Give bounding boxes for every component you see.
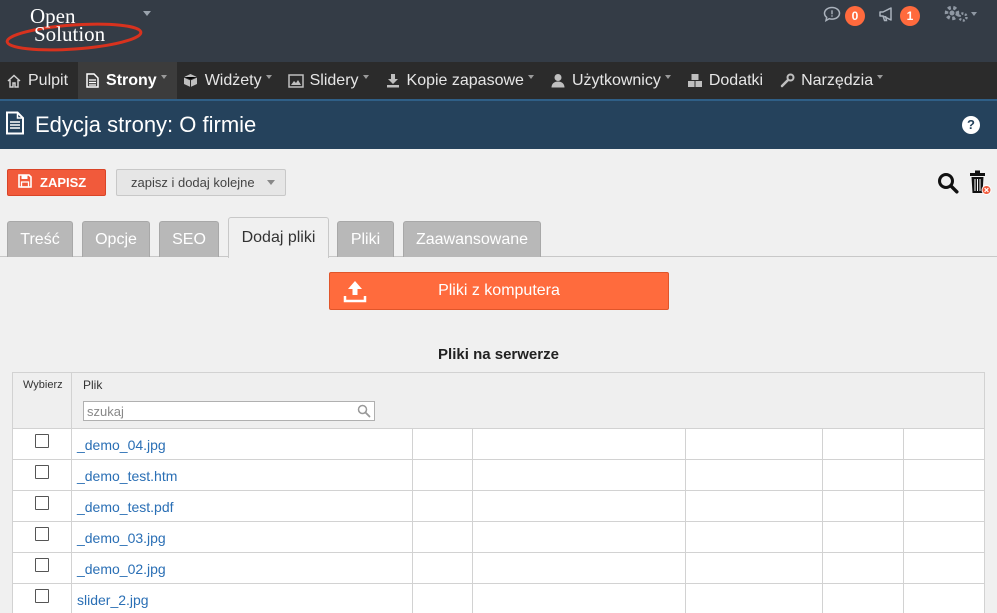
table-header-row: Wybierz Plik bbox=[12, 372, 986, 429]
nav-pulpit[interactable]: Pulpit bbox=[0, 62, 78, 99]
nav-kopie-zapasowe-label: Kopie zapasowe bbox=[406, 71, 524, 89]
tab-tresc[interactable]: Treść bbox=[7, 221, 73, 257]
select-cell bbox=[12, 552, 72, 584]
server-files-table: Wybierz Plik _demo_04.jpg _demo_test.htm bbox=[12, 372, 986, 613]
column-header-file: Plik bbox=[70, 372, 986, 429]
file-link[interactable]: _demo_test.htm bbox=[70, 459, 413, 491]
home-icon bbox=[6, 73, 22, 89]
file-checkbox[interactable] bbox=[34, 558, 49, 572]
bullhorn-icon bbox=[878, 6, 896, 27]
comments-count-badge: 0 bbox=[845, 6, 865, 26]
table-row: _demo_03.jpg bbox=[12, 521, 985, 553]
search-icon bbox=[357, 404, 371, 421]
floppy-disk-icon bbox=[18, 174, 32, 191]
page-header: Edycja strony: O firmie ? bbox=[0, 99, 997, 149]
page-title: Edycja strony: O firmie bbox=[35, 112, 257, 137]
nav-widzety[interactable]: Widżety bbox=[177, 62, 282, 99]
file-checkbox[interactable] bbox=[34, 465, 49, 479]
main-navigation: Pulpit Strony Widżety Slidery Kopie zapa… bbox=[0, 62, 997, 99]
save-and-add-dropdown[interactable]: zapisz i dodaj kolejne bbox=[116, 169, 286, 196]
svg-text:Solution: Solution bbox=[34, 22, 106, 46]
select-cell bbox=[12, 428, 72, 460]
tab-dodaj-pliki[interactable]: Dodaj pliki bbox=[228, 217, 329, 258]
select-cell bbox=[12, 583, 72, 613]
nav-strony[interactable]: Strony bbox=[78, 62, 177, 99]
chevron-down-icon bbox=[877, 75, 884, 79]
gears-icon bbox=[943, 4, 979, 29]
table-row: _demo_02.jpg bbox=[12, 552, 985, 584]
nav-kopie-zapasowe[interactable]: Kopie zapasowe bbox=[379, 62, 544, 99]
file-checkbox[interactable] bbox=[34, 589, 49, 603]
table-row: _demo_test.pdf bbox=[12, 490, 985, 522]
cube-icon bbox=[183, 73, 199, 89]
chevron-down-icon bbox=[265, 75, 272, 79]
file-search-input[interactable] bbox=[83, 402, 344, 420]
nav-slidery-label: Slidery bbox=[309, 71, 359, 89]
nav-uzytkownicy-label: Użytkownicy bbox=[571, 71, 661, 89]
file-search-box bbox=[82, 401, 375, 421]
nav-narzedzia[interactable]: Narzędzia bbox=[773, 62, 893, 99]
save-button-label: ZAPISZ bbox=[40, 175, 87, 190]
chevron-down-icon bbox=[527, 75, 534, 79]
open-solution-logo[interactable]: Open Solution bbox=[4, 3, 144, 55]
select-cell bbox=[12, 459, 72, 491]
file-checkbox[interactable] bbox=[34, 527, 49, 541]
upload-button-label: Pliki z komputera bbox=[438, 282, 560, 299]
help-icon[interactable]: ? bbox=[962, 116, 980, 134]
tab-zaawansowane[interactable]: Zaawansowane bbox=[403, 221, 541, 257]
tab-pliki[interactable]: Pliki bbox=[337, 221, 394, 257]
upload-from-computer-button[interactable]: Pliki z komputera bbox=[329, 272, 669, 310]
user-icon bbox=[550, 73, 566, 89]
file-link[interactable]: _demo_03.jpg bbox=[70, 521, 413, 553]
tab-opcje[interactable]: Opcje bbox=[82, 221, 150, 257]
settings-menu[interactable] bbox=[943, 5, 979, 25]
logo-dropdown-caret[interactable] bbox=[143, 11, 151, 16]
nav-dodatki[interactable]: Dodatki bbox=[681, 62, 773, 99]
cubes-icon bbox=[687, 73, 703, 89]
comments-indicator[interactable]: 0 bbox=[823, 6, 865, 27]
top-header: Open Solution 0 1 bbox=[0, 0, 997, 62]
chevron-down-icon bbox=[664, 75, 671, 79]
table-row: _demo_04.jpg bbox=[12, 428, 985, 460]
nav-pulpit-label: Pulpit bbox=[28, 71, 69, 89]
file-link[interactable]: slider_2.jpg bbox=[70, 583, 413, 613]
table-row: _demo_test.htm bbox=[12, 459, 985, 491]
file-link[interactable]: _demo_02.jpg bbox=[70, 552, 413, 584]
document-icon bbox=[84, 73, 100, 89]
tab-seo[interactable]: SEO bbox=[159, 221, 219, 257]
nav-slidery[interactable]: Slidery bbox=[282, 62, 379, 99]
file-link[interactable]: _demo_04.jpg bbox=[70, 428, 413, 460]
notifications-indicator[interactable]: 1 bbox=[878, 6, 920, 27]
column-header-select: Wybierz bbox=[12, 372, 72, 429]
select-cell bbox=[12, 490, 72, 522]
comment-icon bbox=[823, 6, 841, 27]
file-checkbox[interactable] bbox=[34, 434, 49, 448]
server-files-heading: Pliki na serwerze bbox=[438, 346, 559, 363]
document-icon bbox=[5, 111, 25, 140]
image-icon bbox=[287, 73, 304, 89]
delete-trash-icon[interactable] bbox=[968, 170, 992, 196]
column-header-file-label: Plik bbox=[82, 378, 103, 392]
nav-uzytkownicy[interactable]: Użytkownicy bbox=[544, 62, 681, 99]
nav-narzedzia-label: Narzędzia bbox=[801, 71, 874, 89]
notifications-count-badge: 1 bbox=[900, 6, 920, 26]
wrench-icon bbox=[779, 73, 795, 89]
nav-dodatki-label: Dodatki bbox=[708, 71, 764, 89]
save-button[interactable]: ZAPISZ bbox=[7, 169, 106, 196]
nav-widzety-label: Widżety bbox=[204, 71, 262, 89]
download-icon bbox=[385, 73, 401, 89]
chevron-down-icon bbox=[362, 75, 369, 79]
file-checkbox[interactable] bbox=[34, 496, 49, 510]
chevron-down-icon bbox=[266, 180, 275, 185]
chevron-down-icon bbox=[160, 75, 167, 79]
search-icon[interactable] bbox=[937, 172, 959, 194]
file-link[interactable]: _demo_test.pdf bbox=[70, 490, 413, 522]
table-row: slider_2.jpg bbox=[12, 583, 985, 613]
select-cell bbox=[12, 521, 72, 553]
nav-strony-label: Strony bbox=[106, 71, 157, 89]
save-and-add-label: zapisz i dodaj kolejne bbox=[131, 175, 255, 190]
